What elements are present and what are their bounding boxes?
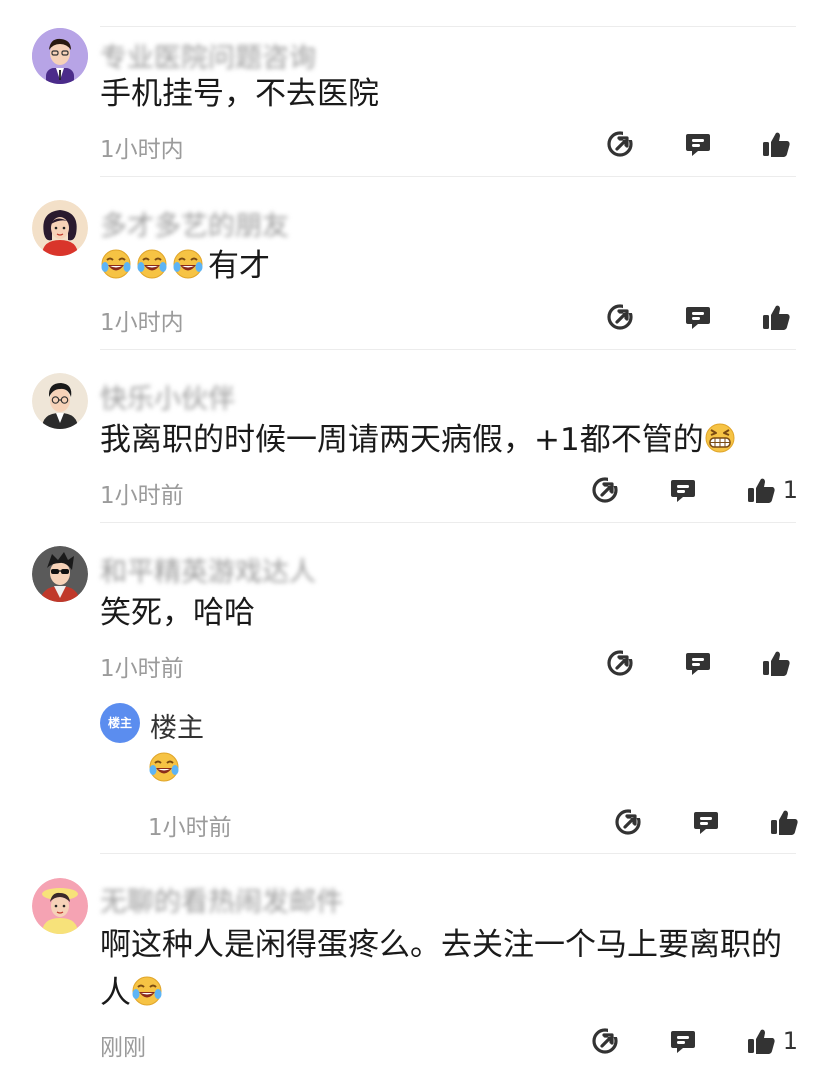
- laughing-tears-emoji-icon: [148, 752, 180, 782]
- share-button[interactable]: [606, 300, 634, 334]
- share-button[interactable]: [591, 1024, 619, 1058]
- reply-button[interactable]: [684, 300, 712, 334]
- thumbs-up-icon: [747, 1029, 775, 1054]
- comment-icon: [694, 812, 718, 834]
- thumbs-up-icon: [771, 810, 798, 835]
- reply-button[interactable]: [692, 805, 720, 839]
- username[interactable]: 多才多艺的朋友: [100, 204, 289, 243]
- like-count: 1: [782, 476, 798, 504]
- comment-icon: [686, 307, 710, 329]
- comment-time: 1小时前: [100, 483, 184, 509]
- like-button[interactable]: [762, 300, 798, 334]
- reply-username[interactable]: 楼主: [150, 706, 204, 745]
- laughing-tears-emoji-icon: [136, 249, 168, 279]
- laughing-tears-emoji-icon: [131, 976, 163, 1006]
- username[interactable]: 和平精英游戏达人: [100, 550, 316, 589]
- reply-text: [148, 745, 798, 793]
- divider: [100, 853, 796, 854]
- reply-button[interactable]: [669, 1024, 697, 1058]
- top-divider: [100, 26, 796, 27]
- comment-actions: 1: [591, 473, 798, 507]
- grinning-emoji-icon: [704, 423, 735, 453]
- comment-icon: [686, 134, 710, 156]
- laughing-tears-emoji-icon: [100, 249, 132, 279]
- like-button[interactable]: 1: [747, 1024, 798, 1058]
- divider: [100, 176, 796, 177]
- comment-icon: [686, 653, 710, 675]
- share-icon: [607, 130, 634, 157]
- like-button[interactable]: [762, 127, 798, 161]
- reply-button[interactable]: [684, 127, 712, 161]
- reply-button[interactable]: [684, 646, 712, 680]
- reply-button[interactable]: [669, 473, 697, 507]
- comment-time: 1小时内: [100, 137, 184, 163]
- share-button[interactable]: [606, 127, 634, 161]
- comment-text-part: 有才: [208, 248, 270, 284]
- share-button[interactable]: [614, 805, 642, 839]
- like-button[interactable]: [770, 805, 798, 839]
- avatar[interactable]: [32, 878, 88, 934]
- comment-icon: [670, 480, 695, 502]
- comment-icon: [670, 1031, 695, 1053]
- comment-text-part: 啊这种人是闲得蛋疼么。去关注一个马上要离职的人: [100, 927, 782, 1011]
- comment-time: 1小时内: [100, 310, 184, 336]
- share-button[interactable]: [606, 646, 634, 680]
- share-icon: [592, 1027, 619, 1054]
- comment-time: 1小时前: [100, 656, 184, 682]
- avatar[interactable]: [32, 28, 88, 84]
- avatar[interactable]: [32, 546, 88, 602]
- reply-actions: [614, 805, 798, 839]
- thumbs-up-icon: [763, 651, 790, 676]
- like-button[interactable]: [762, 646, 798, 680]
- thumbs-up-icon: [747, 478, 775, 503]
- share-icon: [607, 649, 634, 676]
- comment-time: 刚刚: [100, 1035, 146, 1061]
- comment-actions: [606, 646, 798, 680]
- avatar[interactable]: [32, 373, 88, 429]
- share-icon: [607, 303, 634, 330]
- op-badge-avatar[interactable]: 楼主: [100, 703, 140, 743]
- comment-text: 笑死，哈哈: [100, 595, 255, 631]
- share-button[interactable]: [591, 473, 619, 507]
- like-button[interactable]: 1: [747, 473, 798, 507]
- like-count: 1: [782, 1027, 798, 1055]
- share-icon: [615, 808, 642, 835]
- avatar[interactable]: [32, 200, 88, 256]
- username[interactable]: 快乐小伙伴: [100, 377, 235, 416]
- thumbs-up-icon: [763, 305, 790, 330]
- comment-text: 啊这种人是闲得蛋疼么。去关注一个马上要离职的人: [100, 921, 798, 1017]
- comment-text-part: 我离职的时候一周请两天病假，+1都不管的: [100, 422, 704, 458]
- comment-actions: [606, 300, 798, 334]
- thumbs-up-icon: [763, 132, 790, 157]
- reply-time: 1小时前: [148, 815, 232, 841]
- share-icon: [592, 476, 619, 503]
- comment-text: 有才: [100, 242, 798, 290]
- username[interactable]: 无聊的看热闹发邮件: [100, 880, 343, 919]
- divider: [100, 349, 796, 350]
- comment-text: 手机挂号，不去医院: [100, 76, 379, 112]
- comment-actions: 1: [591, 1024, 798, 1058]
- comment-text: 我离职的时候一周请两天病假，+1都不管的: [100, 416, 798, 464]
- divider: [100, 522, 796, 523]
- comment-actions: [606, 127, 798, 161]
- laughing-tears-emoji-icon: [172, 249, 204, 279]
